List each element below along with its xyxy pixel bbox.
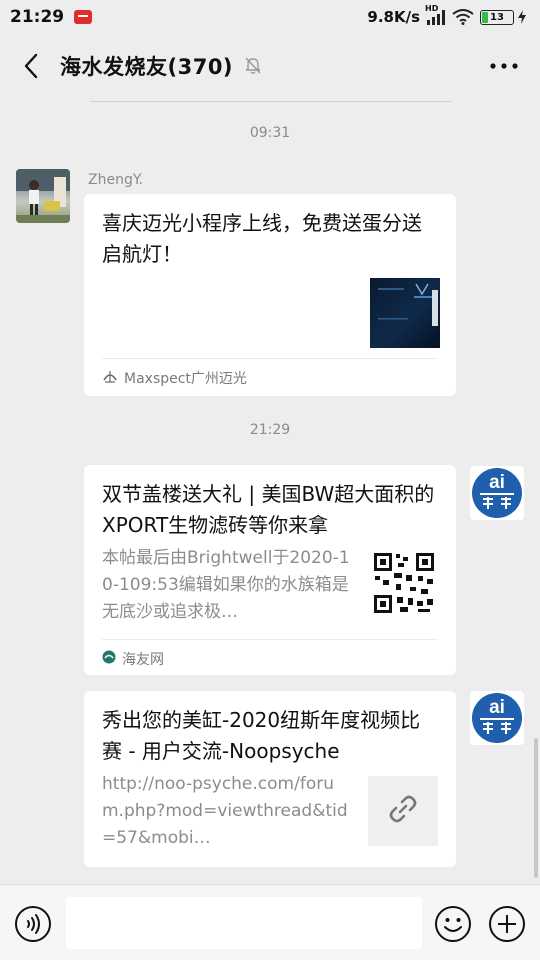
qr-code-thumbnail xyxy=(372,551,436,615)
mute-bell-icon xyxy=(243,55,263,79)
more-icon[interactable] xyxy=(484,51,524,81)
source-name: Maxspect广州迈光 xyxy=(124,371,247,387)
chat-title: 海水发烧友(370) xyxy=(60,55,234,79)
battery-level: 13 xyxy=(490,11,504,23)
card-title: 喜庆迈光小程序上线，免费送蛋分送启航灯！ xyxy=(102,211,422,266)
signal-label: HD xyxy=(425,3,439,13)
battery-indicator: 13 xyxy=(480,9,526,25)
charging-icon xyxy=(518,10,526,24)
avatar-zhengy[interactable] xyxy=(16,169,70,223)
input-bar xyxy=(0,884,540,960)
avatar-self[interactable]: ai xyxy=(470,691,524,745)
wifi-icon xyxy=(452,9,474,25)
chat-header: 海水发烧友(370) xyxy=(0,34,540,98)
link-card[interactable]: 双节盖楼送大礼 | 美国BW超大面积的XPORT生物滤砖等你来拿 本帖最后由Br… xyxy=(84,465,456,675)
net-speed: 9.8K/s xyxy=(367,8,420,26)
link-icon xyxy=(387,793,419,829)
timestamp: 09:31 xyxy=(249,125,291,141)
card-source: 海友网 xyxy=(102,649,164,669)
plus-icon[interactable] xyxy=(488,905,526,943)
signal-icon: HD xyxy=(425,4,446,25)
avatar-self[interactable]: ai xyxy=(470,466,524,520)
card-description: 本帖最后由Brightwell于2020-10-109:53编辑如果你的水族箱是… xyxy=(102,548,350,622)
sender-name: ZhengY. xyxy=(88,172,144,188)
link-thumbnail xyxy=(368,776,438,846)
voice-icon[interactable] xyxy=(14,905,52,943)
card-description: http://noo-psyche.com/forum.php?mod=view… xyxy=(102,774,348,848)
svg-text:ai: ai xyxy=(489,697,505,718)
battery-icon: 13 xyxy=(480,9,514,25)
card-title: 秀出您的美缸-2020纽斯年度视频比赛 - 用户交流-Noopsyche xyxy=(102,708,421,763)
link-card[interactable]: 喜庆迈光小程序上线，免费送蛋分送启航灯！ Maxspect广州迈光 xyxy=(84,194,456,396)
link-card[interactable]: 秀出您的美缸-2020纽斯年度视频比赛 - 用户交流-Noopsyche htt… xyxy=(84,691,456,867)
source-name: 海友网 xyxy=(122,652,164,668)
svg-text:ai: ai xyxy=(489,472,505,493)
chat-messages[interactable]: 09:31 ZhengY. 喜庆迈光小程序上线，免费送蛋分送启航灯！ Maxsp… xyxy=(0,98,540,884)
card-source: Maxspect广州迈光 xyxy=(102,368,247,388)
status-bar: 21:29 9.8K/s HD 13 xyxy=(0,0,540,34)
notification-icon xyxy=(74,10,93,24)
maxspect-logo-icon xyxy=(102,368,118,388)
timestamp: 21:29 xyxy=(249,422,291,438)
haiyou-logo-icon xyxy=(102,650,116,668)
message-input[interactable] xyxy=(66,897,422,949)
status-right: 9.8K/s HD 13 xyxy=(367,4,526,26)
card-title: 双节盖楼送大礼 | 美国BW超大面积的XPORT生物滤砖等你来拿 xyxy=(102,482,435,537)
scrollbar[interactable] xyxy=(534,738,538,878)
status-time: 21:29 xyxy=(10,7,65,27)
back-arrow-icon[interactable] xyxy=(16,51,46,81)
previous-message-edge xyxy=(90,98,452,102)
emoji-icon[interactable] xyxy=(434,905,472,943)
card-thumbnail xyxy=(370,278,440,348)
